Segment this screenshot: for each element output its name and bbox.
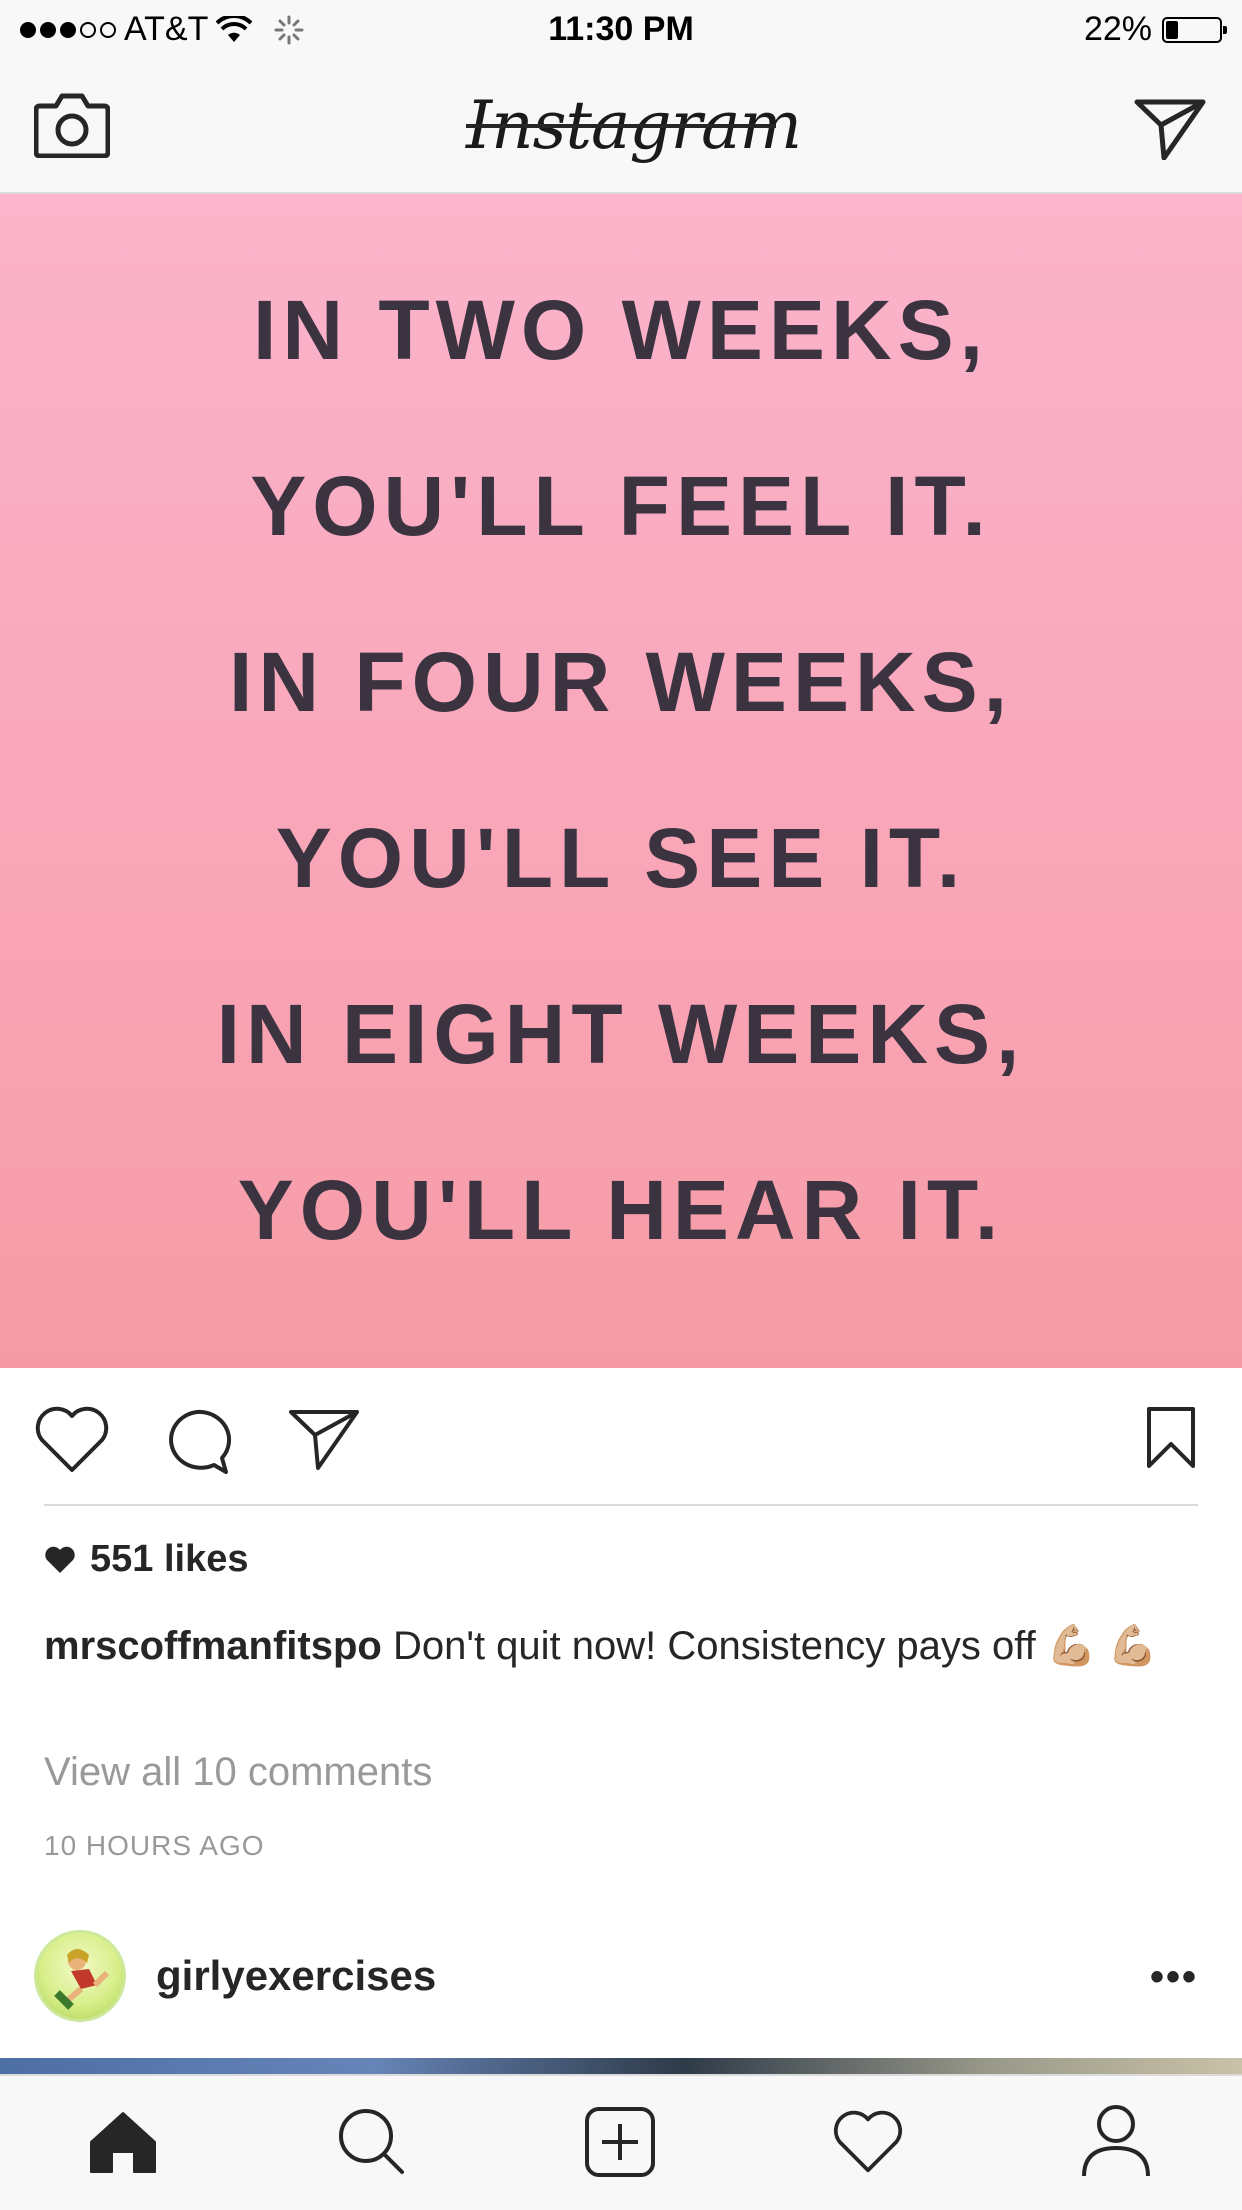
quote-line: IN EIGHT WEEKS,: [216, 987, 1026, 1081]
battery-percent: 22%: [1083, 10, 1152, 48]
heart-icon[interactable]: [832, 2110, 904, 2174]
avatar-figure-icon: [54, 1949, 110, 2010]
like-heart-icon[interactable]: [34, 1406, 110, 1474]
view-comments-link[interactable]: View all 10 comments: [44, 1750, 432, 1795]
next-post-image[interactable]: [0, 2058, 1242, 2074]
post-image[interactable]: IN TWO WEEKS, YOU'LL FEEL IT. IN FOUR WE…: [0, 194, 1242, 1368]
share-icon[interactable]: [288, 1408, 360, 1472]
profile-icon[interactable]: [1080, 2104, 1152, 2178]
likes-label: 551 likes: [90, 1538, 249, 1580]
home-icon[interactable]: [88, 2110, 158, 2174]
quote-line: YOU'LL HEAR IT.: [237, 1163, 1005, 1257]
clock: 11:30 PM: [548, 10, 694, 48]
bookmark-icon[interactable]: [1146, 1406, 1196, 1470]
caption-text: Don't quit now! Consistency pays off 💪🏼 …: [392, 1624, 1158, 1668]
quote-line: YOU'LL FEEL IT.: [250, 459, 992, 553]
post-timestamp: 10 HOURS AGO: [44, 1830, 265, 1861]
battery-status: 22%: [1083, 10, 1227, 49]
logo-underline: [466, 124, 776, 128]
quote-line: YOU'LL SEE IT.: [275, 811, 967, 905]
quote-line: IN TWO WEEKS,: [253, 283, 989, 377]
avatar[interactable]: [34, 1930, 126, 2022]
post-caption: mrscoffmanfitspo Don't quit now! Consist…: [44, 1616, 1204, 1676]
camera-icon[interactable]: [34, 92, 110, 158]
top-nav-bar: Instagram: [0, 62, 1242, 194]
likes-count[interactable]: 551 likes: [44, 1538, 248, 1581]
search-icon[interactable]: [336, 2106, 406, 2176]
paper-plane-icon[interactable]: [1134, 98, 1206, 160]
bottom-tab-bar: [0, 2074, 1242, 2210]
comment-icon[interactable]: [162, 1408, 232, 1476]
filled-heart-icon: [45, 1546, 75, 1573]
more-options-icon[interactable]: •••: [1150, 1955, 1198, 2000]
status-bar: AT&T 11:30 PM 22%: [0, 0, 1242, 62]
add-post-icon[interactable]: [584, 2106, 656, 2178]
quote-line: IN FOUR WEEKS,: [228, 635, 1013, 729]
caption-username[interactable]: mrscoffmanfitspo: [44, 1624, 382, 1668]
battery-icon: [1162, 16, 1227, 43]
divider: [44, 1504, 1198, 1506]
next-post-username[interactable]: girlyexercises: [156, 1952, 436, 2000]
